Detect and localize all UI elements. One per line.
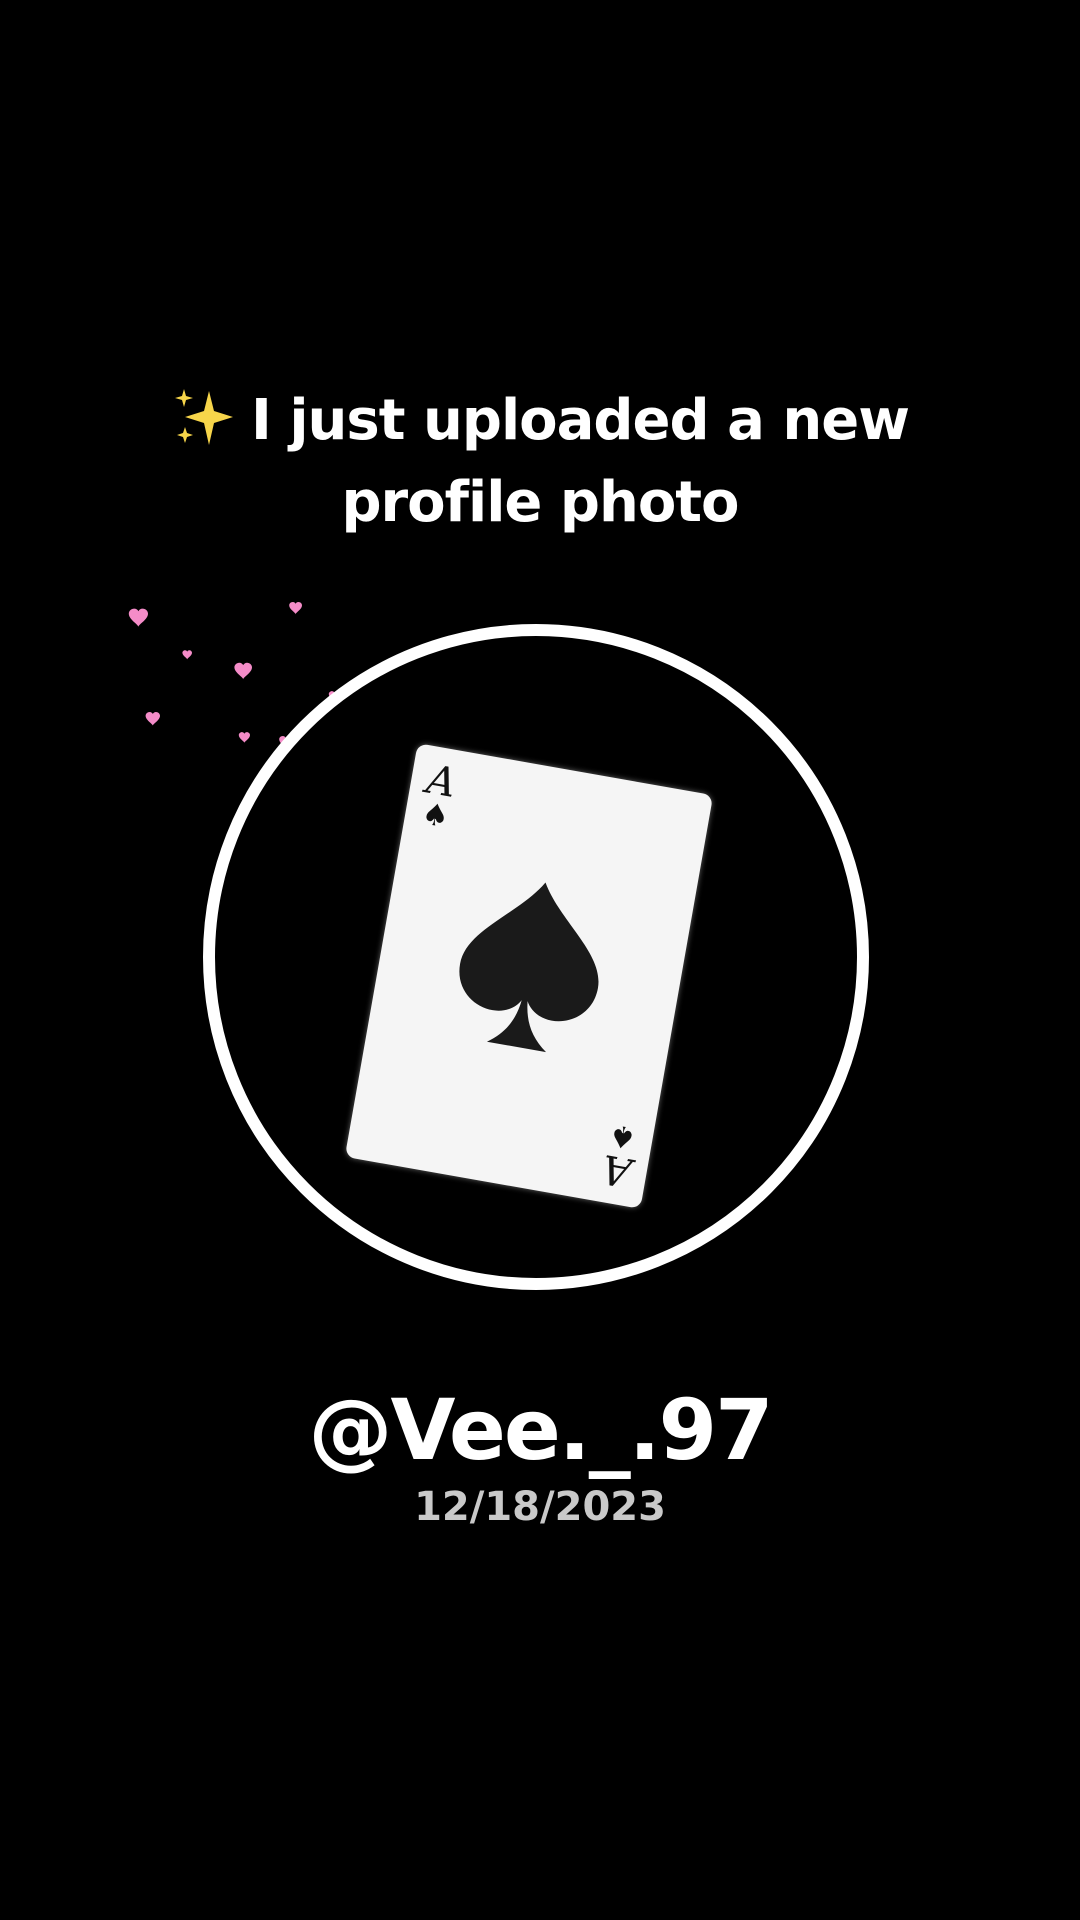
sparkles-icon [171, 385, 237, 451]
card-suit-bottom: ♠ [606, 1116, 639, 1156]
profile-photo[interactable]: A ♠ A ♠ [203, 624, 869, 1290]
card-suit: ♠ [419, 796, 452, 836]
headline-line1: I just uploaded a new [251, 388, 910, 453]
card-corner-top: A ♠ [413, 757, 465, 836]
spade-icon [459, 882, 599, 1053]
card-corner-bottom: A ♠ [593, 1116, 645, 1196]
username: @Vee._.97 [308, 1381, 773, 1479]
headline-line2: profile photo [341, 470, 739, 535]
card-rank-bottom: A [598, 1145, 635, 1196]
headline: I just uploaded a new profile photo [90, 380, 990, 544]
ace-of-spades-card: A ♠ A ♠ [344, 743, 714, 1209]
upload-date: 12/18/2023 [414, 1484, 666, 1530]
